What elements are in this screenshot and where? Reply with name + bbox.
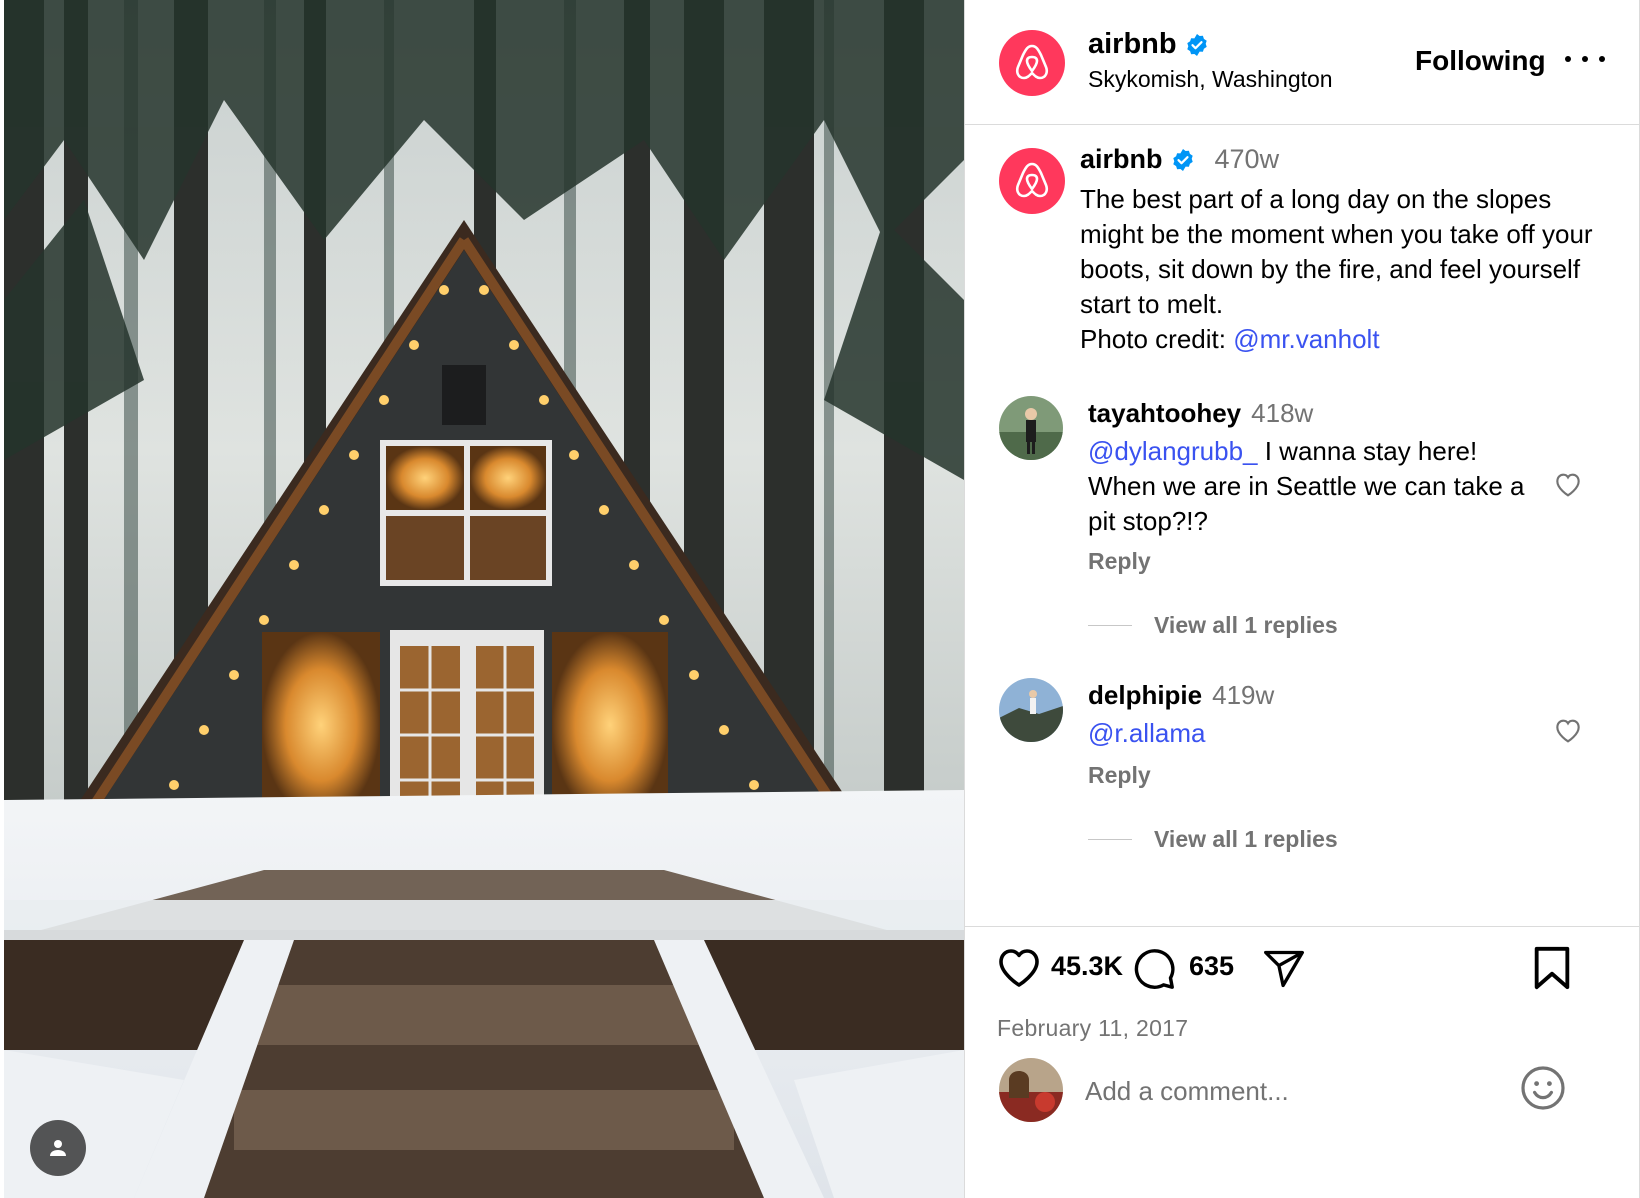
divider [1088, 839, 1132, 840]
view-replies-button[interactable]: View all 1 replies [1088, 826, 1338, 853]
avatar-image [999, 678, 1063, 742]
commenter-avatar[interactable] [999, 678, 1063, 742]
view-replies-label: View all 1 replies [1154, 826, 1338, 852]
photo-credit-link[interactable]: @mr.vanholt [1233, 324, 1379, 354]
emoji-icon[interactable] [1519, 1064, 1567, 1112]
comment-text: @dylangrubb_ I wanna stay here! When we … [1088, 434, 1548, 539]
add-comment-bar [965, 1050, 1640, 1198]
comment-like-icon[interactable] [1550, 468, 1586, 500]
caption-time: 470w [1214, 144, 1280, 174]
view-replies-label: View all 1 replies [1154, 612, 1338, 638]
post-sidebar: airbnb Skykomish, Washington Following a… [964, 0, 1640, 1198]
current-user-avatar [999, 1058, 1063, 1122]
commenter-avatar[interactable] [999, 396, 1063, 460]
verified-badge-icon [1186, 33, 1207, 56]
avatar-image [999, 396, 1063, 460]
post-header: airbnb Skykomish, Washington Following [965, 0, 1640, 125]
comment-time: 419w [1212, 680, 1275, 710]
commenter-username[interactable]: tayahtoohey [1088, 398, 1241, 429]
author-username[interactable]: airbnb [1088, 28, 1177, 61]
comment-time: 418w [1251, 398, 1314, 428]
like-count[interactable]: 45.3K [1051, 951, 1123, 982]
verified-badge-icon [1172, 148, 1193, 171]
caption-avatar[interactable] [999, 148, 1065, 214]
post-date: February 11, 2017 [997, 1015, 1189, 1041]
mention-link[interactable]: @r.allama [1088, 718, 1205, 748]
bookmark-icon[interactable] [1531, 945, 1573, 991]
following-button[interactable]: Following [1415, 45, 1546, 77]
author-avatar[interactable] [999, 30, 1065, 96]
comments-section: airbnb 470w The best part of a long day … [965, 126, 1640, 926]
airbnb-logo-icon [1015, 44, 1049, 80]
more-options-icon[interactable] [1565, 44, 1605, 74]
caption-body: The best part of a long day on the slope… [1080, 184, 1593, 319]
airbnb-logo-icon [1015, 162, 1049, 198]
commenter-username[interactable]: delphipie [1088, 680, 1202, 711]
comment-bubble-icon[interactable] [1131, 945, 1177, 991]
caption-text: The best part of a long day on the slope… [1080, 182, 1600, 357]
post-location[interactable]: Skykomish, Washington [1088, 66, 1333, 93]
user-tag-button[interactable] [30, 1120, 86, 1176]
reply-button[interactable]: Reply [1088, 548, 1151, 575]
comment-input[interactable] [1085, 1068, 1485, 1114]
photo-credit-label: Photo credit: [1080, 324, 1234, 354]
cabin-photo [4, 0, 964, 1198]
reply-button[interactable]: Reply [1088, 762, 1151, 789]
view-replies-button[interactable]: View all 1 replies [1088, 612, 1338, 639]
caption-username[interactable]: airbnb [1080, 144, 1163, 175]
comment-item: tayahtoohey 418w @dylangrubb_ I wanna st… [965, 396, 1640, 656]
divider [1088, 625, 1132, 626]
avatar-image [999, 1058, 1063, 1122]
comment-like-icon[interactable] [1550, 714, 1586, 746]
heart-icon[interactable] [995, 945, 1043, 989]
post-image[interactable] [4, 0, 964, 1198]
mention-link[interactable]: @dylangrubb_ [1088, 436, 1258, 466]
comment-count: 635 [1189, 951, 1235, 981]
comment-text: @r.allama [1088, 716, 1548, 751]
comment-item: delphipie 419w @r.allama Reply View all … [965, 678, 1640, 878]
user-tag-icon [50, 1140, 66, 1156]
paper-plane-icon[interactable] [1261, 947, 1307, 991]
